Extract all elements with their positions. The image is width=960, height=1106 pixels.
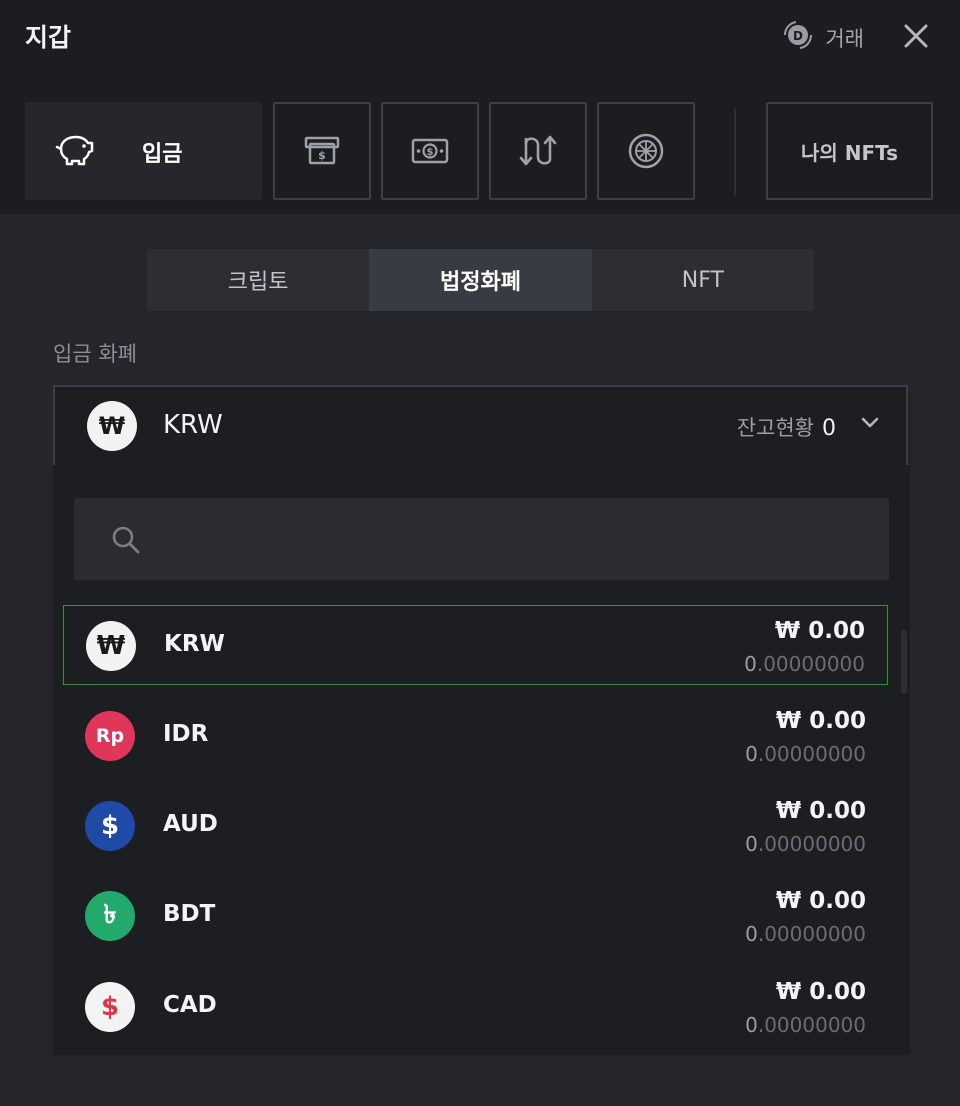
tab-nft[interactable]: NFT xyxy=(592,249,814,311)
currency-row-bdt[interactable]: ৳ BDT ₩ 0.00 0.00000000 xyxy=(63,876,888,956)
balance-status: 잔고현황 0 xyxy=(737,412,836,442)
currency-code: IDR xyxy=(163,721,209,747)
trade-coin-icon: D xyxy=(781,20,815,55)
chevron-down-icon xyxy=(860,415,880,434)
currency-code: KRW xyxy=(164,631,225,657)
aud-coin-icon: $ xyxy=(85,801,135,851)
transfer-icon xyxy=(519,135,557,166)
currency-sub-amount: 0.00000000 xyxy=(745,742,866,766)
currency-amount: ₩ 0.00 xyxy=(775,979,866,1005)
idr-coin-icon: Rp xyxy=(85,711,135,761)
deposit-label: 입금 xyxy=(142,142,183,167)
balance-label: 잔고현황 xyxy=(736,416,814,440)
trade-link[interactable]: D 거래 xyxy=(781,20,864,55)
staking-button[interactable] xyxy=(597,102,695,200)
staking-icon xyxy=(628,133,664,169)
currency-row-cad[interactable]: $ CAD ₩ 0.00 0.00000000 xyxy=(63,967,888,1047)
selected-currency-code: KRW xyxy=(163,410,223,440)
cad-coin-icon: $ xyxy=(85,982,135,1032)
withdraw-button[interactable]: $ xyxy=(273,102,371,200)
svg-text:$: $ xyxy=(318,149,326,162)
currency-sub-amount: 0.00000000 xyxy=(745,922,866,946)
currency-amount: ₩ 0.00 xyxy=(775,708,866,734)
currency-row-aud[interactable]: $ AUD ₩ 0.00 0.00000000 xyxy=(63,786,888,866)
asset-type-tabs: 크립토 법정화폐 NFT xyxy=(147,249,814,311)
deposit-currency-label: 입금 화폐 xyxy=(53,342,137,366)
currency-row-krw[interactable]: ₩ KRW ₩ 0.00 0.00000000 xyxy=(63,605,888,685)
krw-coin-icon: ₩ xyxy=(86,621,136,671)
my-nfts-button[interactable]: 나의 NFTs xyxy=(766,102,933,200)
svg-text:D: D xyxy=(793,29,803,43)
close-icon xyxy=(904,24,928,48)
trade-label: 거래 xyxy=(825,26,864,51)
deposit-button[interactable]: 입금 xyxy=(25,102,262,200)
currency-sub-amount: 0.00000000 xyxy=(744,652,865,676)
currency-code: BDT xyxy=(163,901,216,927)
currency-sub-amount: 0.00000000 xyxy=(745,1013,866,1037)
currency-code: AUD xyxy=(163,811,218,837)
close-button[interactable] xyxy=(902,22,930,50)
tab-fiat[interactable]: 법정화폐 xyxy=(369,249,592,311)
bdt-coin-icon: ৳ xyxy=(85,891,135,941)
piggy-bank-icon xyxy=(55,132,95,170)
dropdown-scrollbar[interactable] xyxy=(901,630,907,694)
krw-coin-icon: ₩ xyxy=(87,401,137,451)
svg-text:$: $ xyxy=(427,147,434,158)
currency-row-idr[interactable]: Rp IDR ₩ 0.00 0.00000000 xyxy=(63,696,888,776)
currency-amount: ₩ 0.00 xyxy=(775,888,866,914)
buy-cash-button[interactable]: $ xyxy=(381,102,479,200)
page-title: 지갑 xyxy=(25,23,72,52)
currency-amount: ₩ 0.00 xyxy=(775,798,866,824)
action-divider xyxy=(734,108,736,196)
currency-code: CAD xyxy=(163,992,217,1018)
search-icon xyxy=(110,524,142,560)
wallet-header: 지갑 D 거래 입금 $ $ 나의 NFTs xyxy=(0,0,960,214)
currency-select[interactable]: ₩ KRW 잔고현황 0 xyxy=(53,385,908,467)
balance-value: 0 xyxy=(822,416,836,441)
buy-cash-icon: $ xyxy=(411,138,449,164)
currency-amount: ₩ 0.00 xyxy=(774,618,865,644)
tab-crypto[interactable]: 크립토 xyxy=(147,249,369,311)
search-input[interactable] xyxy=(154,516,858,564)
currency-dropdown: ₩ KRW ₩ 0.00 0.00000000 Rp IDR ₩ 0.00 0.… xyxy=(53,465,910,1055)
withdraw-icon: $ xyxy=(304,136,340,165)
currency-sub-amount: 0.00000000 xyxy=(745,832,866,856)
transfer-button[interactable] xyxy=(489,102,587,200)
currency-search xyxy=(74,498,889,580)
